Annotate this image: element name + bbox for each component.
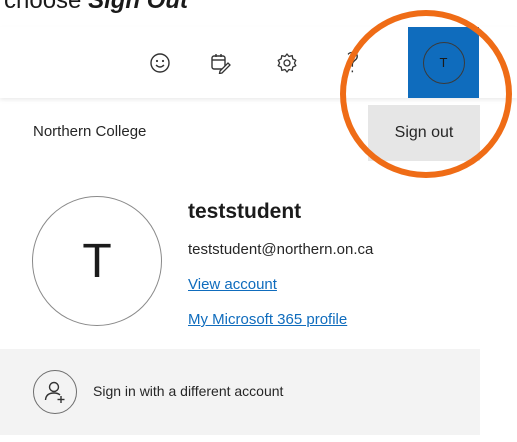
account-manager-screenshot: choose Sign Out ? T Northern College Sig… (0, 0, 517, 442)
account-avatar: T (422, 41, 465, 84)
organization-name: Northern College (33, 123, 147, 140)
view-account-link[interactable]: View account (188, 276, 277, 293)
profile-initial: T (82, 234, 112, 288)
sign-in-different-account-button[interactable]: Sign in with a different account (0, 349, 480, 435)
emoji-feedback-icon[interactable] (144, 47, 176, 79)
profile-avatar: T (32, 196, 162, 326)
sign-out-label: Sign out (394, 124, 454, 141)
instruction-caption: choose Sign Out (4, 0, 188, 14)
help-icon[interactable]: ? (337, 47, 369, 79)
caption-prefix: choose (4, 0, 89, 14)
caption-emphasis: Sign Out (88, 0, 189, 14)
calendar-edit-icon[interactable] (204, 47, 236, 79)
organization-row: Northern College Sign out (0, 105, 480, 161)
help-glyph: ? (345, 46, 361, 79)
user-email: teststudent@northern.on.ca (188, 241, 374, 258)
sign-out-button[interactable]: Sign out (368, 105, 480, 161)
user-display-name: teststudent (188, 200, 302, 223)
top-toolbar: ? T (0, 27, 517, 98)
sign-in-different-account-label: Sign in with a different account (93, 383, 284, 399)
settings-gear-icon[interactable] (271, 47, 303, 79)
account-manager-button[interactable]: T (408, 27, 479, 98)
account-initial: T (439, 55, 448, 70)
microsoft-365-profile-link[interactable]: My Microsoft 365 profile (188, 311, 347, 328)
add-person-icon (33, 370, 77, 414)
